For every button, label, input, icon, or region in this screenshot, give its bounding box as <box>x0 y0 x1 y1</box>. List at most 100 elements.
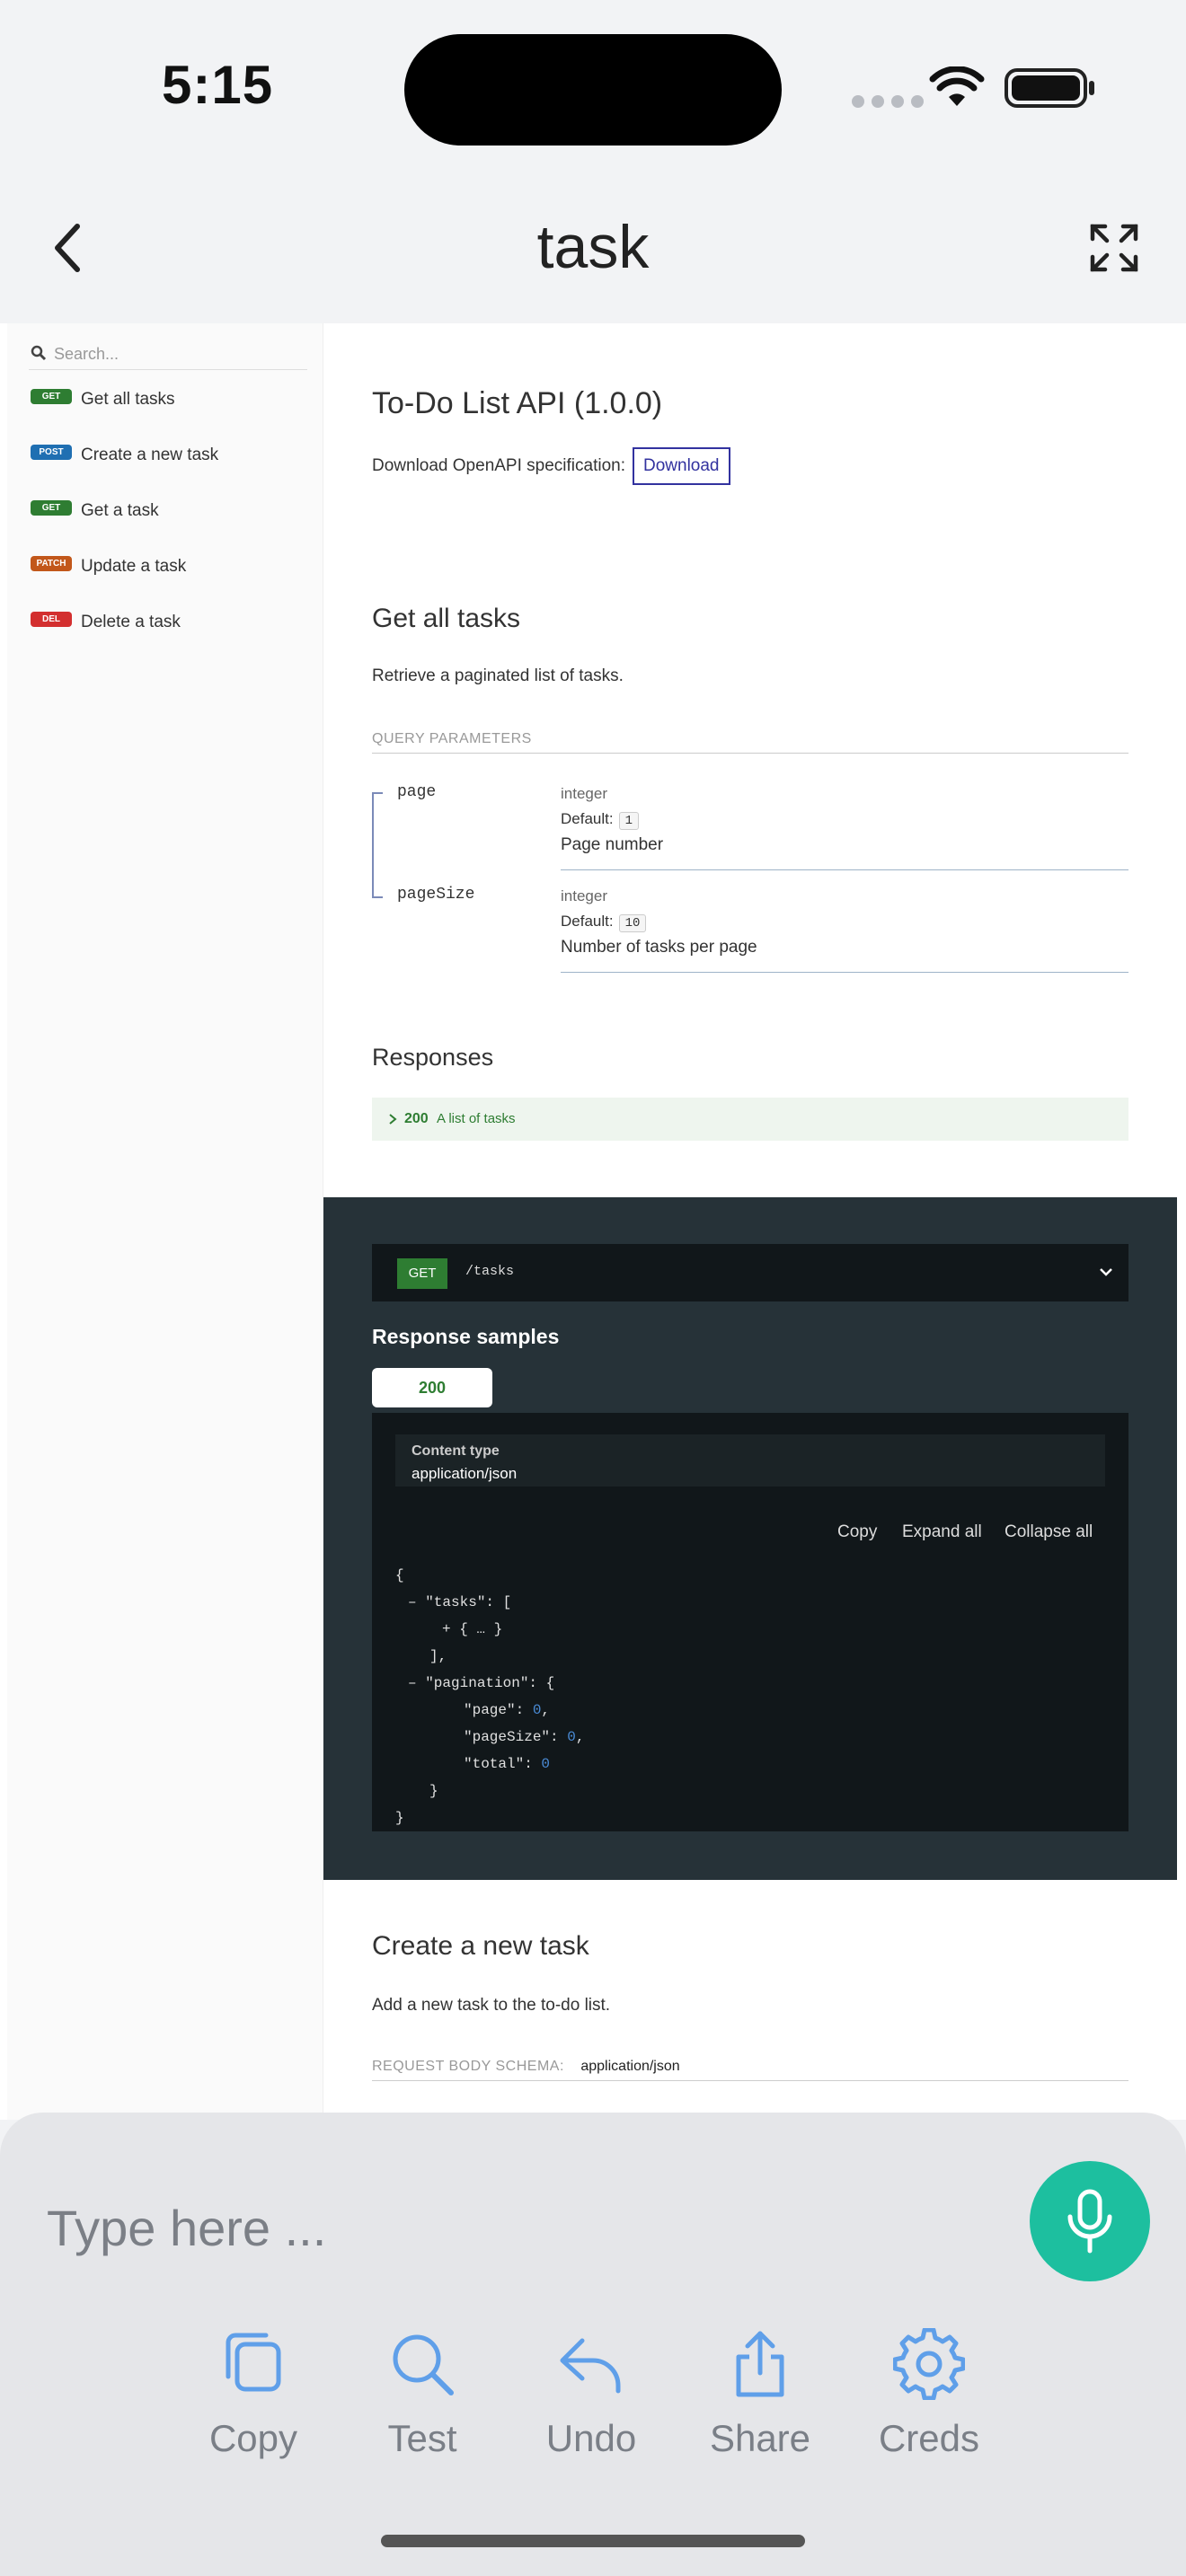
response-code: 200 <box>404 1111 429 1126</box>
param-name-pagesize: pageSize <box>397 886 475 904</box>
method-pill: GET <box>397 1258 447 1289</box>
tab-200[interactable]: 200 <box>372 1368 492 1407</box>
copy-tool-button[interactable]: Copy <box>181 2328 325 2460</box>
method-badge: POST <box>31 445 72 461</box>
sidebar-item-label: Get all tasks <box>81 390 175 409</box>
collapse-all-button[interactable]: Collapse all <box>1005 1522 1093 1542</box>
sidebar-item-get-task[interactable]: GET Get a task <box>31 498 159 525</box>
param-default: Default: 10 <box>561 913 647 932</box>
sidebar-item-update-task[interactable]: PATCH Update a task <box>31 553 186 580</box>
divider <box>561 972 1128 973</box>
sidebar-item-label: Create a new task <box>81 446 219 464</box>
section-description: Retrieve a paginated list of tasks. <box>372 666 624 685</box>
response-samples-panel: GET /tasks Response samples 200 Content … <box>323 1197 1177 1880</box>
undo-tool-label: Undo <box>545 2417 637 2459</box>
sidebar-item-get-all-tasks[interactable]: GET Get all tasks <box>31 386 175 413</box>
creds-tool-label: Creds <box>878 2417 980 2459</box>
responses-title: Responses <box>372 1044 494 1071</box>
home-indicator[interactable] <box>381 2535 805 2547</box>
section-description: Add a new task to the to-do list. <box>372 1996 611 2015</box>
divider <box>372 753 1128 754</box>
composer-panel: Type here ... Copy Test Undo Share Creds <box>0 2113 1186 2576</box>
code-line: "pageSize": 0, <box>464 1729 585 1745</box>
response-text: A list of tasks <box>437 1111 516 1126</box>
share-tool-button[interactable]: Share <box>688 2328 832 2460</box>
param-default: Default: 1 <box>561 810 639 830</box>
copy-tool-label: Copy <box>208 2417 298 2459</box>
sidebar-item-label: Get a task <box>81 501 159 520</box>
sidebar-item-label: Update a task <box>81 557 187 576</box>
divider <box>561 869 1128 870</box>
undo-tool-button[interactable]: Undo <box>519 2328 663 2460</box>
content-type-label: Content type <box>412 1443 500 1459</box>
share-icon <box>736 2331 784 2397</box>
code-line: { <box>395 1567 404 1584</box>
query-parameters-label: QUERY PARAMETERS <box>372 731 532 746</box>
param-tree-branch <box>372 896 383 898</box>
response-samples-title: Response samples <box>372 1325 560 1348</box>
sidebar: Search... GET Get all tasks POST Create a … <box>7 323 323 2120</box>
param-name-page: page <box>397 783 437 801</box>
microphone-button[interactable] <box>1030 2161 1150 2281</box>
code-line[interactable]: – "tasks": [ <box>408 1594 511 1610</box>
method-badge: DEL <box>31 612 72 628</box>
param-type: integer <box>561 887 607 904</box>
response-200-row[interactable]: 200 A list of tasks <box>372 1098 1128 1141</box>
content-type-value: application/json <box>412 1465 518 1482</box>
undo-icon <box>560 2338 621 2394</box>
message-input[interactable]: Type here ... <box>47 2199 326 2257</box>
code-line: } <box>395 1810 404 1826</box>
sidebar-item-delete-task[interactable]: DEL Delete a task <box>31 609 181 636</box>
param-tree-branch <box>372 792 383 794</box>
chevron-down-icon <box>1100 1268 1112 1276</box>
content-type-select[interactable]: Content type application/json <box>395 1434 1105 1486</box>
code-line: } <box>429 1783 438 1799</box>
battery-tip <box>1089 81 1094 95</box>
section-title-get-all-tasks: Get all tasks <box>372 604 521 633</box>
expand-icon[interactable] <box>1089 223 1139 273</box>
expand-all-button[interactable]: Expand all <box>902 1522 982 1542</box>
code-line: "page": 0, <box>464 1702 551 1718</box>
search-input[interactable]: Search... <box>29 341 307 370</box>
dynamic-island <box>404 34 782 146</box>
gear-icon <box>892 2327 966 2401</box>
endpoint-path: /tasks <box>465 1264 515 1279</box>
sidebar-item-create-task[interactable]: POST Create a new task <box>31 442 218 469</box>
param-type: integer <box>561 785 607 802</box>
creds-tool-button[interactable]: Creds <box>857 2327 1001 2460</box>
page-title: task <box>536 213 650 281</box>
download-label: Download OpenAPI specification: <box>372 456 625 475</box>
share-tool-label: Share <box>709 2417 811 2459</box>
status-bar: 5:15 <box>0 0 1186 180</box>
cellular-signal-icon <box>852 95 931 112</box>
api-title: To-Do List API (1.0.0) <box>372 386 663 420</box>
copy-button[interactable]: Copy <box>837 1522 877 1542</box>
code-line: ], <box>429 1648 447 1664</box>
code-line: "total": 0 <box>464 1756 551 1772</box>
param-tree-line <box>372 792 374 898</box>
method-badge: GET <box>31 500 72 516</box>
test-tool-label: Test <box>387 2417 457 2459</box>
method-badge: GET <box>31 389 72 405</box>
divider <box>372 2080 1128 2081</box>
copy-icon <box>226 2333 281 2392</box>
request-body-schema: REQUEST BODY SCHEMA: application/json <box>372 2059 680 2074</box>
param-description: Number of tasks per page <box>561 938 757 957</box>
battery-icon <box>1005 68 1087 108</box>
code-line[interactable]: + { … } <box>442 1621 502 1637</box>
web-view: Search... GET Get all tasks POST Create a … <box>0 323 1186 2120</box>
code-line[interactable]: – "pagination": { <box>408 1675 554 1691</box>
method-badge: PATCH <box>31 556 72 572</box>
status-time: 5:15 <box>162 55 274 115</box>
wifi-icon <box>929 66 985 106</box>
test-tool-button[interactable]: Test <box>350 2328 494 2460</box>
search-icon <box>393 2334 454 2395</box>
download-button[interactable]: Download <box>633 447 730 485</box>
microphone-icon <box>1067 2189 1112 2254</box>
chevron-right-icon <box>389 1114 397 1125</box>
sidebar-item-label: Delete a task <box>81 613 181 631</box>
section-title-create-task: Create a new task <box>372 1931 589 1961</box>
code-sample: Content type application/json Copy Expan… <box>372 1413 1128 1831</box>
endpoint-toggle[interactable]: GET /tasks <box>372 1244 1128 1301</box>
param-description: Page number <box>561 835 664 854</box>
